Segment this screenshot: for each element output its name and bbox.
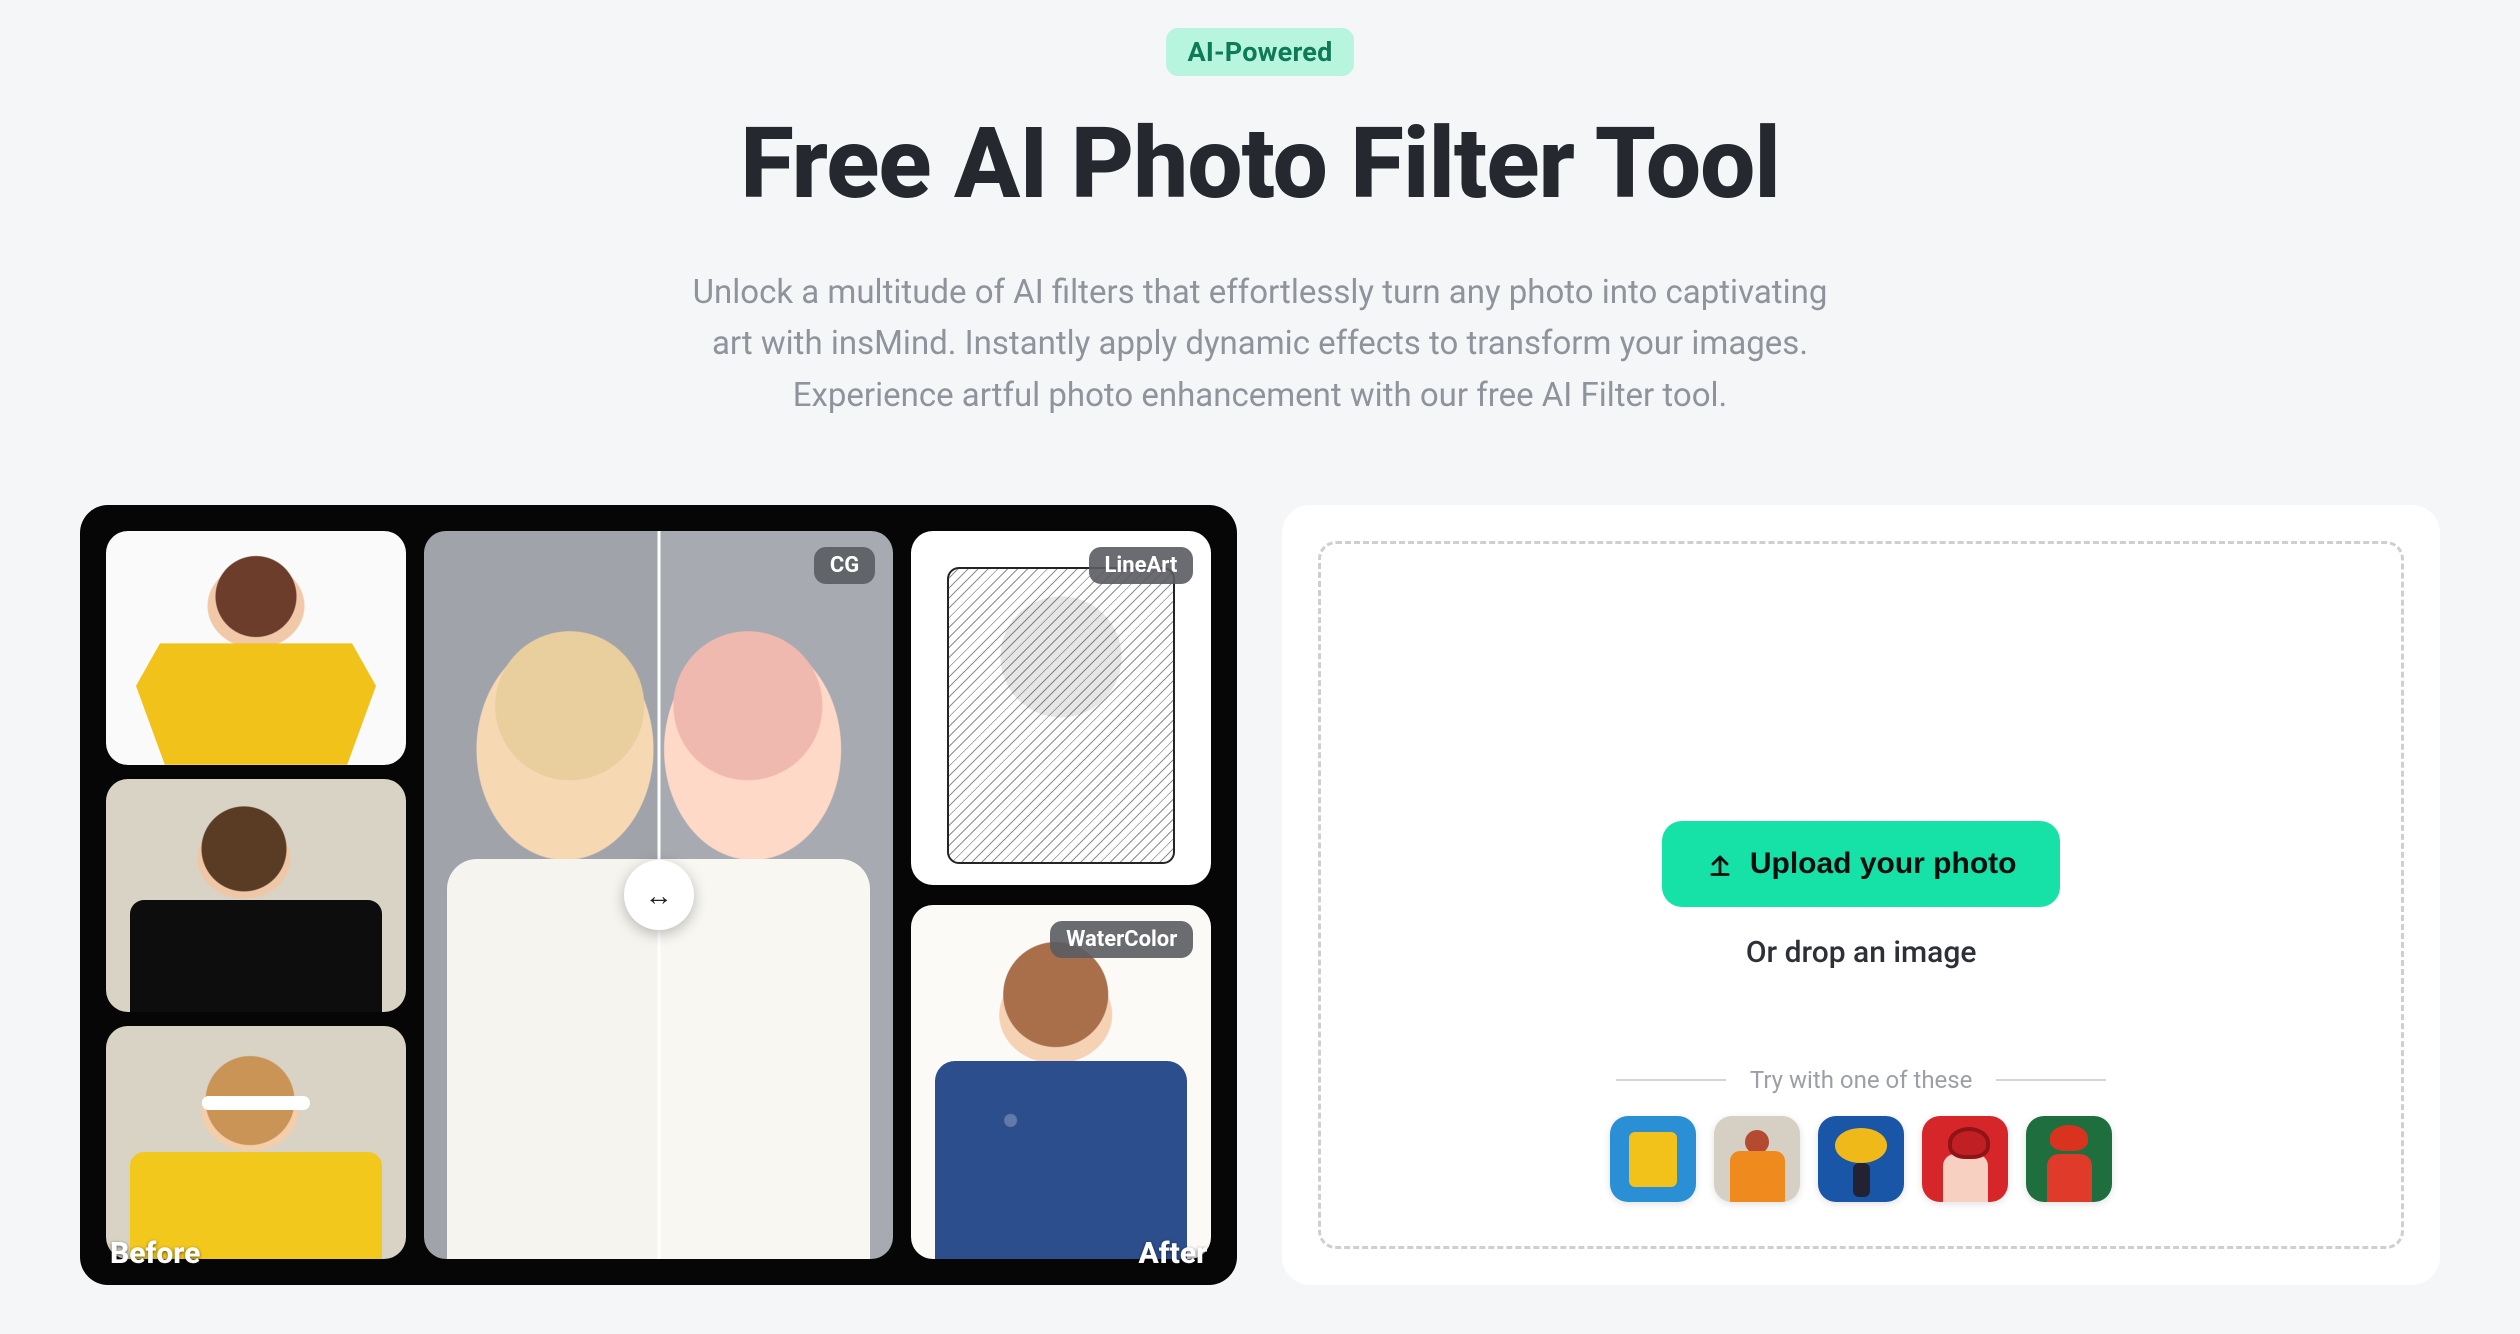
sample-image-4[interactable] (1922, 1116, 2008, 1202)
filter-results-column: LineArt WaterColor (911, 531, 1211, 1259)
samples-label: Try with one of these (1750, 1066, 1973, 1094)
compare-drag-handle[interactable]: ↔ (624, 860, 694, 930)
filter-tag-watercolor: WaterColor (1050, 921, 1193, 958)
sample-photo-3[interactable] (106, 1026, 406, 1259)
upload-button[interactable]: Upload your photo (1662, 821, 2061, 907)
sample-images-section: Try with one of these (1321, 1066, 2401, 1202)
sample-image-1[interactable] (1610, 1116, 1696, 1202)
before-after-compare[interactable]: CG ↔ (424, 531, 893, 1259)
divider-left (1616, 1079, 1726, 1081)
compare-filter-tag: CG (814, 547, 875, 584)
upload-button-label: Upload your photo (1750, 847, 2017, 881)
page-subtitle: Unlock a multitude of AI filters that ef… (680, 267, 1840, 421)
sample-photo-2[interactable] (106, 779, 406, 1012)
before-label: Before (110, 1236, 200, 1271)
ai-powered-badge: AI-Powered (1166, 28, 1355, 76)
sample-image-2[interactable] (1714, 1116, 1800, 1202)
filter-result-watercolor[interactable]: WaterColor (911, 905, 1211, 1259)
filter-result-lineart[interactable]: LineArt (911, 531, 1211, 885)
after-label: After (1139, 1236, 1208, 1271)
sample-image-3[interactable] (1818, 1116, 1904, 1202)
sample-photos-column (106, 531, 406, 1259)
page-title: Free AI Photo Filter Tool (740, 106, 1780, 221)
divider-right (1996, 1079, 2106, 1081)
sample-photo-1[interactable] (106, 531, 406, 764)
upload-panel: Upload your photo Or drop an image Try w… (1282, 505, 2440, 1285)
drop-zone[interactable]: Upload your photo Or drop an image Try w… (1318, 541, 2404, 1249)
upload-icon (1706, 850, 1734, 878)
showcase-panel: CG ↔ LineArt WaterColor Before After (80, 505, 1237, 1285)
filter-tag-lineart: LineArt (1089, 547, 1194, 584)
sample-image-5[interactable] (2026, 1116, 2112, 1202)
drag-arrows-icon: ↔ (645, 879, 673, 912)
drop-instruction: Or drop an image (1746, 935, 1977, 970)
